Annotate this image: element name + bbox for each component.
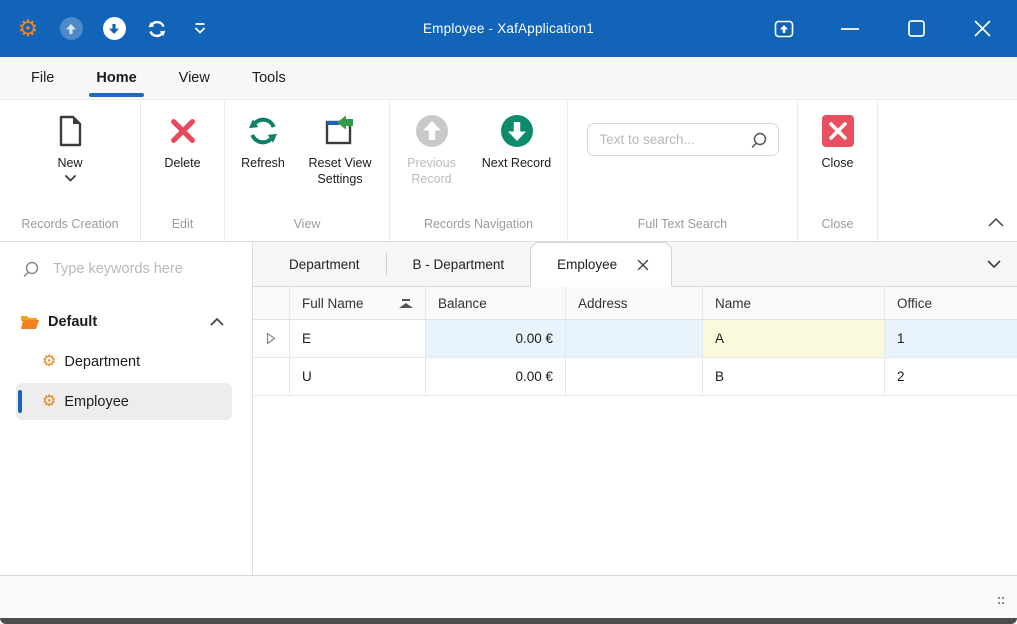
nav-search-row	[0, 250, 252, 288]
ribbon-group-records-creation: New Records Creation	[0, 100, 141, 241]
full-text-search-box	[587, 123, 779, 156]
cell-full-name[interactable]: U	[290, 358, 426, 396]
gear-object-icon: ⚙	[42, 354, 56, 370]
column-header-office[interactable]: Office	[885, 287, 1017, 320]
maximize-icon[interactable]	[905, 18, 927, 40]
document-tab-bar: Department B - Department Employee	[253, 242, 1017, 287]
ribbon-tab-tools[interactable]: Tools	[231, 57, 307, 99]
ribbon-tab-home[interactable]: Home	[75, 57, 157, 99]
reset-view-icon	[323, 111, 357, 151]
ribbon-tab-file[interactable]: File	[10, 57, 75, 99]
group-label: Close	[798, 213, 877, 241]
column-header-full-name[interactable]: Full Name	[290, 287, 426, 320]
refresh-button[interactable]: Refresh	[230, 111, 296, 172]
group-label: Edit	[141, 213, 224, 241]
cell-balance[interactable]: 0.00 €	[426, 358, 566, 396]
refresh-icon[interactable]	[145, 17, 169, 41]
ribbon-group-edit: Delete Edit	[141, 100, 225, 241]
full-text-search-input[interactable]	[600, 132, 750, 147]
customize-toolbar-icon[interactable]	[188, 17, 212, 41]
table-row[interactable]: U 0.00 € B 2	[253, 358, 1017, 396]
content-area: Department B - Department Employee	[253, 242, 1017, 575]
delete-button[interactable]: Delete	[148, 111, 218, 172]
folder-icon	[20, 314, 40, 330]
nav-group-default[interactable]: Default	[0, 304, 252, 340]
new-document-icon	[54, 111, 86, 151]
status-bar	[0, 575, 1017, 618]
delete-x-icon	[168, 111, 198, 151]
sidebar-item-label: Employee	[64, 394, 128, 410]
reset-view-settings-button[interactable]: Reset View Settings	[296, 111, 384, 187]
cell-address[interactable]	[566, 320, 703, 358]
cell-address[interactable]	[566, 358, 703, 396]
ribbon-group-close: Close Close	[798, 100, 878, 241]
ribbon-group-view: Refresh Reset View Settings View	[225, 100, 390, 241]
ribbon-tab-view[interactable]: View	[158, 57, 231, 99]
search-icon	[22, 260, 40, 278]
collapse-ribbon-icon[interactable]	[988, 214, 1004, 232]
next-record-icon	[499, 111, 535, 151]
tab-department[interactable]: Department	[263, 242, 386, 286]
gear-object-icon: ⚙	[42, 394, 56, 410]
main-area: Default ⚙ Department ⚙ Employee Departme…	[0, 242, 1017, 575]
sidebar-item-employee[interactable]: ⚙ Employee	[16, 383, 232, 420]
refresh-icon	[245, 111, 281, 151]
row-arrow-icon	[266, 332, 276, 345]
close-tab-icon[interactable]	[637, 259, 649, 271]
close-red-icon	[821, 111, 855, 151]
cell-full-name[interactable]: E	[290, 320, 426, 358]
ribbon-group-full-text-search: Full Text Search	[568, 100, 798, 241]
title-bar: ⚙	[0, 0, 1017, 57]
ribbon-tab-bar: File Home View Tools	[0, 57, 1017, 100]
close-view-button[interactable]: Close	[803, 111, 873, 172]
employee-grid: Full Name Balance Address Name Office E …	[253, 287, 1017, 575]
window-bottom-edge	[0, 618, 1017, 624]
ribbon-group-records-navigation: Previous Record Next Record Records Navi…	[390, 100, 568, 241]
group-label: Records Navigation	[390, 213, 567, 241]
quick-access-toolbar: ⚙	[16, 17, 212, 41]
tab-employee[interactable]: Employee	[530, 242, 672, 287]
app-gear-icon[interactable]: ⚙	[16, 17, 40, 41]
cell-office[interactable]: 2	[885, 358, 1017, 396]
column-header-name[interactable]: Name	[703, 287, 885, 320]
minimize-icon[interactable]	[839, 18, 861, 40]
grid-header-row: Full Name Balance Address Name Office	[253, 287, 1017, 320]
resize-grip[interactable]	[998, 597, 1010, 611]
chevron-up-icon[interactable]	[210, 318, 224, 326]
group-label: Records Creation	[0, 213, 140, 241]
sidebar-item-department[interactable]: ⚙ Department	[16, 343, 232, 380]
table-row[interactable]: E 0.00 € A 1	[253, 320, 1017, 358]
ribbon-spacer	[878, 100, 1017, 241]
cell-balance[interactable]: 0.00 €	[426, 320, 566, 358]
new-button[interactable]: New	[35, 111, 105, 182]
row-indicator[interactable]	[253, 358, 290, 396]
window-controls	[773, 18, 1017, 40]
chevron-down-icon[interactable]	[987, 260, 1001, 268]
column-header-balance[interactable]: Balance	[426, 287, 566, 320]
nav-search-input[interactable]	[53, 261, 252, 277]
next-record-icon[interactable]	[102, 17, 126, 41]
search-icon[interactable]	[750, 131, 768, 149]
sidebar-item-label: Department	[64, 354, 140, 370]
row-indicator-header	[253, 287, 290, 320]
cell-name[interactable]: B	[703, 358, 885, 396]
previous-record-icon	[414, 111, 450, 151]
navigation-pane: Default ⚙ Department ⚙ Employee	[0, 242, 253, 575]
focused-row-indicator[interactable]	[253, 320, 290, 358]
ribbon-display-options-icon[interactable]	[773, 18, 795, 40]
previous-record-icon[interactable]	[59, 17, 83, 41]
next-record-button[interactable]: Next Record	[470, 111, 564, 172]
chevron-down-icon	[65, 175, 76, 182]
group-label: Full Text Search	[568, 213, 797, 241]
close-icon[interactable]	[971, 18, 993, 40]
tab-b-department[interactable]: B - Department	[387, 242, 531, 286]
cell-office[interactable]: 1	[885, 320, 1017, 358]
application-window: ⚙	[0, 0, 1017, 624]
cell-name[interactable]: A	[703, 320, 885, 358]
group-label: View	[225, 213, 389, 241]
column-header-address[interactable]: Address	[566, 287, 703, 320]
sort-ascending-icon	[391, 299, 413, 308]
ribbon: New Records Creation Delete Edit	[0, 100, 1017, 242]
previous-record-button[interactable]: Previous Record	[394, 111, 470, 187]
